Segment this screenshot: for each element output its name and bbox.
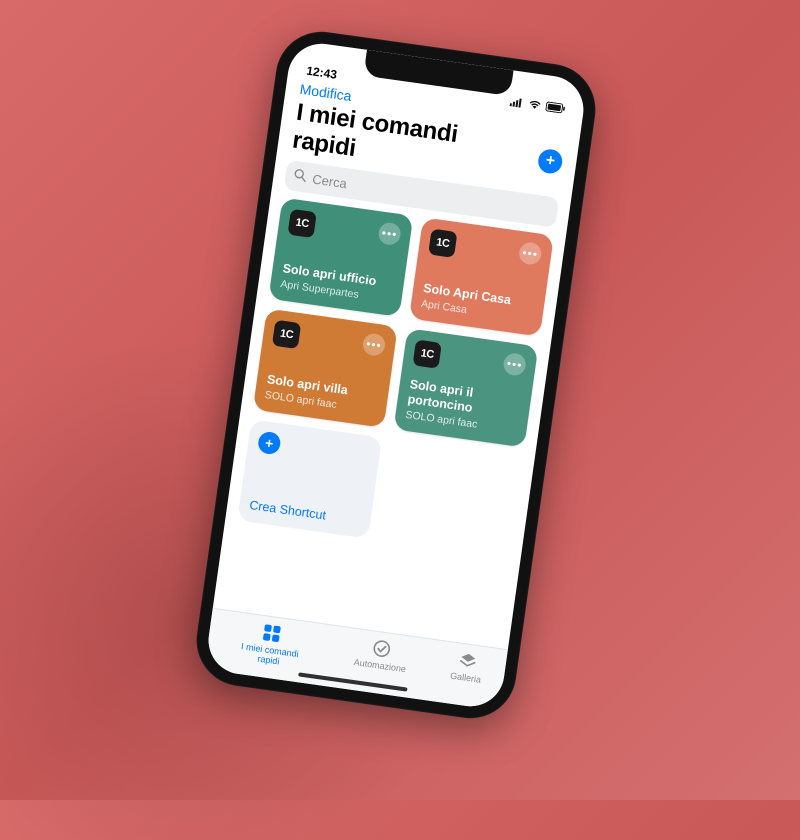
app-badge-icon: 1C xyxy=(428,229,457,258)
plus-icon: + xyxy=(257,431,282,456)
tab-gallery[interactable]: Galleria xyxy=(450,649,485,685)
app-badge-icon: 1C xyxy=(272,320,301,349)
more-button[interactable]: ••• xyxy=(502,352,527,377)
create-shortcut-tile[interactable]: + Crea Shortcut xyxy=(237,419,382,538)
shortcut-tile[interactable]: 1C ••• Solo apri ufficio Apri Superparte… xyxy=(268,197,413,316)
phone-screen: 12:43 Modifica I miei comandi rapidi + xyxy=(204,39,588,710)
ellipsis-icon: ••• xyxy=(381,226,398,242)
search-icon xyxy=(293,168,308,186)
add-shortcut-button[interactable]: + xyxy=(537,148,564,175)
cellular-signal-icon xyxy=(510,96,525,108)
more-button[interactable]: ••• xyxy=(518,241,543,266)
phone-frame: 12:43 Modifica I miei comandi rapidi + xyxy=(191,26,602,724)
clock-check-icon xyxy=(371,637,394,660)
status-time: 12:43 xyxy=(306,64,338,82)
tab-automation[interactable]: Automazione xyxy=(353,635,409,674)
ellipsis-icon: ••• xyxy=(365,337,382,353)
shortcut-tile[interactable]: 1C ••• Solo Apri Casa Apri Casa xyxy=(409,217,554,336)
battery-icon xyxy=(545,101,566,114)
search-placeholder: Cerca xyxy=(311,171,347,191)
more-button[interactable]: ••• xyxy=(377,221,402,246)
app-badge-icon: 1C xyxy=(287,209,316,238)
shortcuts-grid: 1C ••• Solo apri ufficio Apri Superparte… xyxy=(225,196,565,560)
ellipsis-icon: ••• xyxy=(522,245,539,261)
ellipsis-icon: ••• xyxy=(506,356,523,372)
wifi-icon xyxy=(527,99,542,111)
layers-icon xyxy=(457,650,480,673)
create-shortcut-label: Crea Shortcut xyxy=(249,498,362,527)
tab-label: Automazione xyxy=(353,657,406,674)
more-button[interactable]: ••• xyxy=(362,332,387,357)
tab-label: Galleria xyxy=(450,671,482,685)
shortcut-tile[interactable]: 1C ••• Solo apri villa SOLO apri faac xyxy=(253,308,398,427)
tab-label: I miei comandi rapidi xyxy=(228,640,310,671)
plus-icon: + xyxy=(544,152,556,171)
app-badge-icon: 1C xyxy=(413,339,442,368)
grid-icon xyxy=(261,622,284,645)
tab-my-shortcuts[interactable]: I miei comandi rapidi xyxy=(228,618,313,671)
shortcut-tile[interactable]: 1C ••• Solo apri il portoncino SOLO apri… xyxy=(393,328,538,447)
